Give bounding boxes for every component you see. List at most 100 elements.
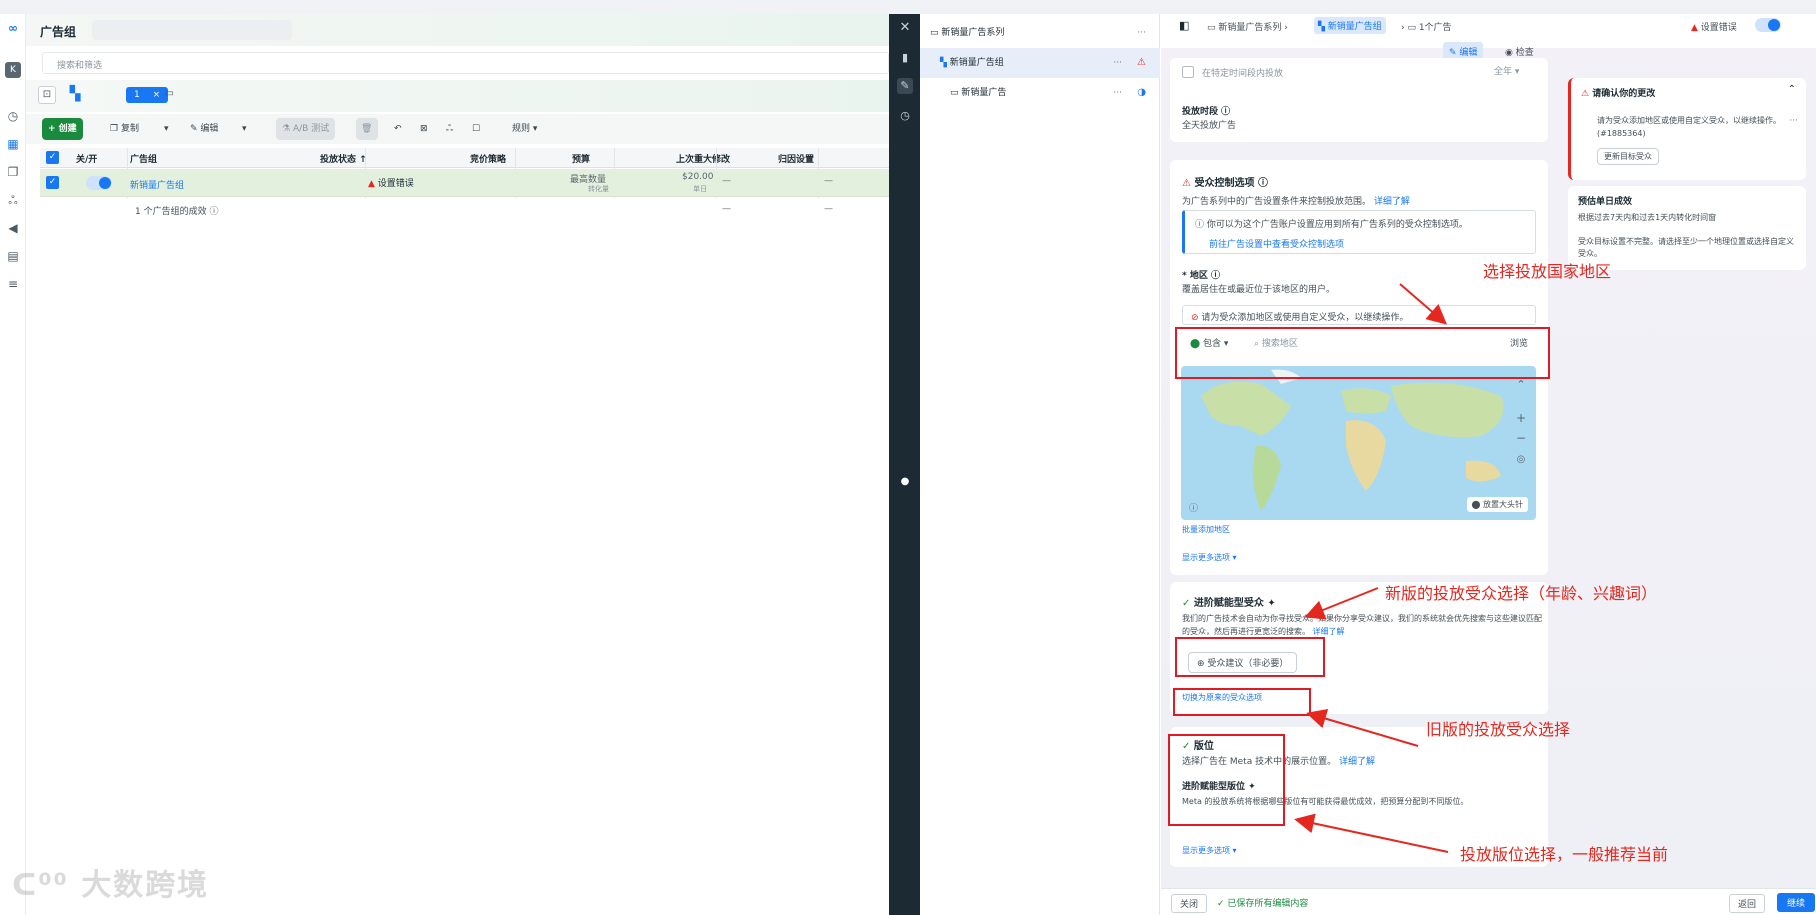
tree-campaign[interactable]: ▭ 新销量广告系列 ···: [920, 18, 1160, 48]
tree-ad[interactable]: ▭ 新销量广告 ··· ◑: [920, 78, 1160, 108]
edit-dropdown-icon[interactable]: ▾: [236, 118, 253, 140]
row-toggle[interactable]: [86, 176, 112, 190]
estimate-card-desc2: 受众目标设置不完整。请选择至少一个地理位置或选择自定义受众。: [1578, 237, 1794, 258]
row-last-edit: —: [722, 176, 731, 186]
copy-label: 复制: [120, 124, 139, 134]
rules-button[interactable]: 规则 ▾: [506, 118, 543, 140]
col-last-edit[interactable]: 上次重大修改: [676, 152, 730, 165]
arrow-location: [1399, 283, 1448, 325]
copy-button[interactable]: ❐ 复制: [104, 118, 145, 140]
col-attribution[interactable]: 归因设置: [778, 152, 814, 165]
col-toggle[interactable]: 关/开: [76, 152, 97, 165]
info-icon: ⓘ: [209, 207, 219, 217]
dashboard-icon[interactable]: ◷: [5, 108, 21, 124]
review-card-title-text: 请确认你的更改: [1592, 89, 1656, 99]
learn-more-link[interactable]: 详细了解: [1374, 197, 1410, 207]
crumb-adset[interactable]: ▚ 新销量广告组: [1314, 17, 1386, 34]
col-status[interactable]: 投放状态 ↑: [320, 152, 367, 165]
history-icon[interactable]: ◷: [897, 108, 913, 124]
annotation-location: 选择投放国家地区: [1483, 262, 1612, 281]
close-button[interactable]: 关闭: [1171, 894, 1208, 913]
update-audience-button[interactable]: 更新目标受众: [1597, 148, 1659, 165]
info-icon[interactable]: ●: [897, 474, 913, 490]
ab-test-button[interactable]: ⚗ A/B 测试: [276, 118, 336, 140]
crumb-adset-label: 新销量广告组: [1327, 22, 1382, 32]
undo-icon[interactable]: ↶: [388, 118, 408, 140]
saved-status: ✓ 已保存所有编辑内容: [1217, 899, 1309, 909]
menu-icon[interactable]: ≡: [5, 276, 21, 292]
pages-icon[interactable]: ❐: [5, 164, 21, 180]
comment-icon[interactable]: ☐: [466, 118, 486, 140]
arrow-switch: [1306, 708, 1419, 747]
summary-attribution: —: [824, 204, 833, 214]
continue-button[interactable]: 继续: [1777, 893, 1816, 912]
trash-icon[interactable]: ⊠: [414, 118, 434, 140]
audience-icon[interactable]: ஃ: [5, 192, 21, 208]
schedule-checkbox[interactable]: [1182, 66, 1194, 78]
row-name[interactable]: 新销量广告组: [130, 178, 184, 191]
adset-icon: ▚: [940, 58, 950, 68]
copy-dropdown-icon[interactable]: ▾: [158, 118, 175, 140]
warning-icon: ▲: [368, 179, 378, 189]
col-name[interactable]: 广告组: [130, 152, 157, 165]
catalog-icon[interactable]: ▤: [5, 248, 21, 264]
schedule-select[interactable]: 全年 ▾: [1494, 64, 1519, 77]
create-button[interactable]: + 创建: [42, 118, 83, 140]
col-bid[interactable]: 竞价策略: [470, 152, 506, 165]
row-status: ▲ 设置错误: [368, 176, 414, 189]
annotation-switch: 旧版的投放受众选择: [1426, 720, 1571, 739]
panel-toggle-icon[interactable]: ◧: [1179, 19, 1189, 32]
more-icon[interactable]: ···: [1113, 78, 1122, 108]
meta-logo-icon[interactable]: ∞: [5, 20, 21, 36]
error-status-text: 设置错误: [1700, 23, 1737, 33]
breadcrumb: ◧ ▭ 新销量广告系列 › ▚ 新销量广告组 › ▭ 1个广告 ▲ 设置错误 ✎…: [1161, 14, 1816, 61]
adsets-view-icon[interactable]: ▚: [66, 86, 84, 104]
row-checkbox[interactable]: ✓: [46, 176, 59, 189]
back-button[interactable]: 返回: [1729, 894, 1766, 913]
crumb-ad[interactable]: › ▭ 1个广告: [1401, 20, 1452, 33]
delete-icon[interactable]: 🗑: [356, 118, 378, 140]
more-icon[interactable]: ···: [1137, 18, 1146, 48]
arrow-placements: [1294, 813, 1449, 853]
half-circle-icon: ◑: [1137, 87, 1146, 98]
table-icon[interactable]: ▦: [5, 136, 21, 152]
more-icon[interactable]: ···: [1789, 116, 1798, 126]
ad-icon: ▭: [950, 88, 962, 98]
summary-text: 1 个广告组的成效 ⓘ: [135, 204, 218, 217]
search-input[interactable]: 搜索和筛选: [42, 52, 889, 74]
account-avatar[interactable]: K: [5, 62, 21, 78]
edit-icon[interactable]: ✎: [897, 78, 913, 94]
estimate-card-desc: 根据过去7天内和过去1天内转化时间窗: [1578, 213, 1717, 222]
col-budget[interactable]: 预算: [572, 152, 590, 165]
table-row[interactable]: ✓ 新销量广告组 ▲ 设置错误 最高数量 转化量 $20.00 单日 — —: [40, 169, 889, 197]
people-icon[interactable]: ஃ: [440, 118, 459, 140]
collapse-icon[interactable]: ⊡: [38, 86, 56, 104]
account-selector[interactable]: [92, 20, 292, 40]
annotation-advantage: 新版的投放受众选择（年龄、兴趣词）: [1385, 584, 1658, 603]
more-icon[interactable]: ···: [1113, 48, 1122, 78]
audience-controls-link[interactable]: 前往广告设置中查看受众控制选项: [1209, 237, 1344, 250]
chart-icon[interactable]: ▮: [897, 50, 913, 66]
crumb-campaign[interactable]: ▭ 新销量广告系列 ›: [1207, 20, 1288, 33]
select-all-checkbox[interactable]: ✓: [46, 151, 59, 164]
tree-campaign-label: 新销量广告系列: [941, 28, 1005, 38]
close-editor-icon[interactable]: ✕: [897, 20, 913, 36]
left-rail: ∞ K ◷ ▦ ❐ ஃ ◀ ▤ ≡: [0, 14, 26, 915]
edit-button[interactable]: ✎ 编辑: [184, 118, 224, 140]
tree-adset[interactable]: ▚ 新销量广告组 ··· ⚠: [920, 48, 1160, 78]
view-bar: ⊡ ▚ 1 × ▭: [26, 80, 889, 112]
row-attribution: —: [824, 176, 833, 186]
editor-footer: 关闭 ✓ 已保存所有编辑内容 返回 继续: [1161, 888, 1816, 915]
copy-icon: ❐: [110, 124, 121, 134]
action-toolbar: + 创建 ❐ 复制 ▾ ✎ 编辑 ▾ ⚗ A/B 测试 🗑 ↶ ⊠ ஃ ☐ 规则…: [26, 114, 889, 144]
chevron-up-icon[interactable]: ⌃: [1788, 84, 1796, 95]
watermark: ᑕ⁰⁰ 大数跨境: [12, 860, 209, 904]
review-mode-button[interactable]: ◉ 检查: [1505, 45, 1534, 58]
audience-controls-desc: 为广告系列中的广告设置条件来控制投放范围。 详细了解: [1182, 194, 1542, 207]
ab-test-label: A/B 测试: [292, 124, 330, 134]
schedule-value: 全天投放广告: [1182, 121, 1237, 131]
calendar-icon[interactable]: ▭: [160, 86, 178, 104]
adset-toggle[interactable]: [1755, 18, 1781, 32]
megaphone-icon[interactable]: ◀: [5, 220, 21, 236]
warning-icon: ⚠: [1182, 178, 1195, 189]
